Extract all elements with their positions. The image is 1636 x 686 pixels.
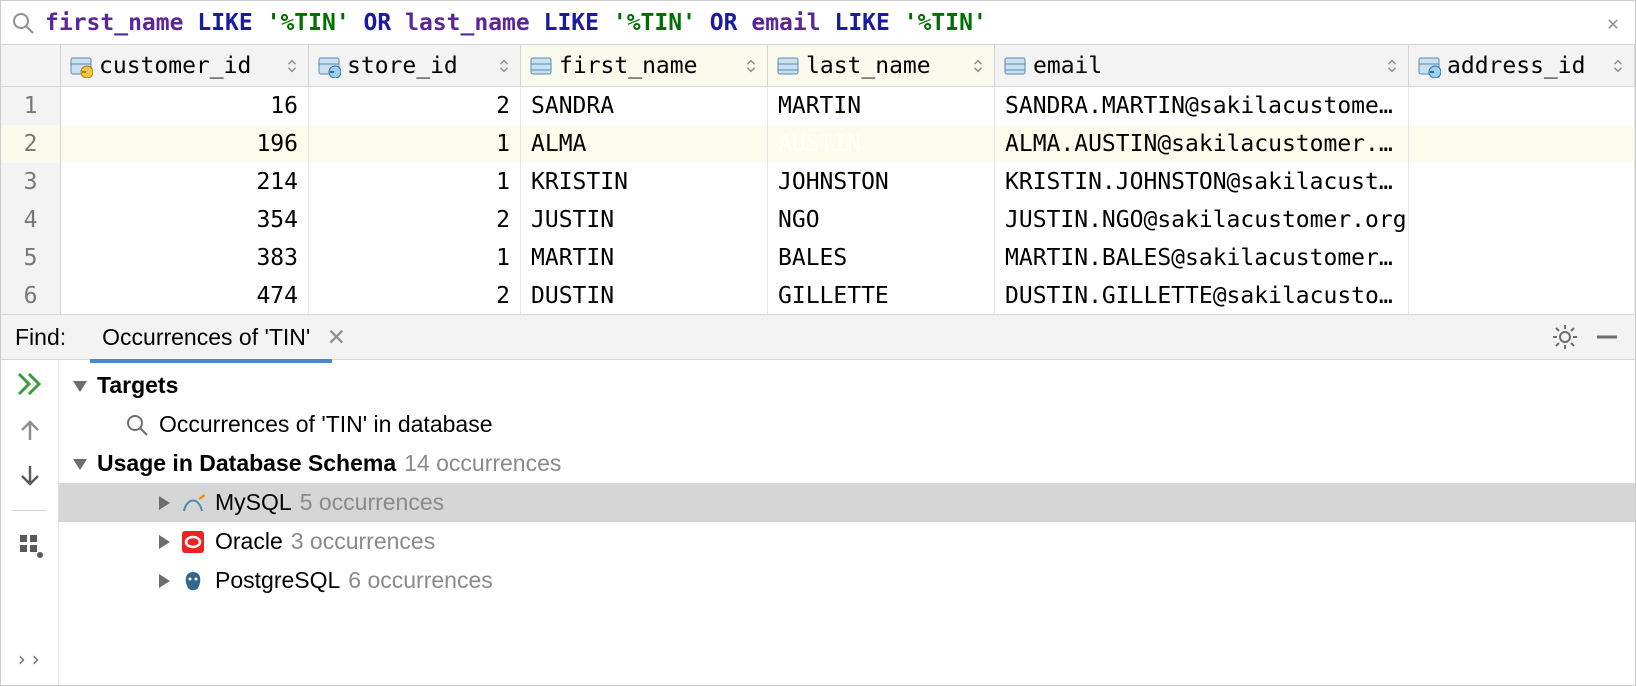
cell-email[interactable]: KRISTIN.JOHNSTON@sakilacust… <box>995 163 1409 201</box>
cell-last_name[interactable]: NGO <box>768 201 995 239</box>
column-header-address_id[interactable]: address_id <box>1409 45 1635 87</box>
cell-first_name[interactable]: KRISTIN <box>521 163 768 201</box>
filter-bar: first_name LIKE '%TIN' OR last_name LIKE… <box>1 1 1635 45</box>
row-number[interactable]: 4 <box>1 201 61 239</box>
cell-email[interactable]: JUSTIN.NGO@sakilacustomer.org <box>995 201 1409 239</box>
row-number[interactable]: 5 <box>1 239 61 277</box>
cell-email[interactable]: ALMA.AUSTIN@sakilacustomer.… <box>995 125 1409 163</box>
close-tab-icon[interactable]: ✕ <box>327 324 346 350</box>
tree-db-oracle[interactable]: Oracle3 occurrences <box>59 522 1635 561</box>
prev-occurrence-icon[interactable] <box>16 416 44 444</box>
find-panel: Find: Occurrences of 'TIN' ✕ ›› TargetsO… <box>1 314 1635 685</box>
cell-first_name[interactable]: SANDRA <box>521 87 768 125</box>
rerun-icon[interactable] <box>16 370 44 398</box>
cell-email[interactable]: SANDRA.MARTIN@sakilacustome… <box>995 87 1409 125</box>
column-icon <box>1003 54 1027 78</box>
column-icon <box>776 54 800 78</box>
column-header-first_name[interactable]: first_name <box>521 45 768 87</box>
find-gutter: ›› <box>1 360 59 685</box>
cell-address_id[interactable] <box>1409 125 1635 163</box>
search-icon <box>125 413 149 437</box>
more-actions-icon[interactable]: ›› <box>15 647 43 671</box>
minimize-icon[interactable] <box>1593 323 1621 351</box>
cell-address_id[interactable] <box>1409 239 1635 277</box>
search-icon <box>11 11 35 35</box>
chevron-down-icon[interactable] <box>71 377 89 395</box>
cell-store_id[interactable]: 2 <box>309 277 521 315</box>
sort-icon[interactable] <box>743 58 759 74</box>
cell-customer_id[interactable]: 354 <box>61 201 309 239</box>
chevron-right-icon[interactable] <box>155 494 173 512</box>
cell-customer_id[interactable]: 474 <box>61 277 309 315</box>
cell-first_name[interactable]: DUSTIN <box>521 277 768 315</box>
column-header-customer_id[interactable]: customer_id <box>61 45 309 87</box>
tree-db-postgresql[interactable]: PostgreSQL6 occurrences <box>59 561 1635 600</box>
cell-first_name[interactable]: MARTIN <box>521 239 768 277</box>
sort-icon[interactable] <box>496 58 512 74</box>
column-header-last_name[interactable]: last_name <box>768 45 995 87</box>
oracle-icon <box>181 530 205 554</box>
cell-store_id[interactable]: 1 <box>309 163 521 201</box>
tree-usage[interactable]: Usage in Database Schema14 occurrences <box>59 444 1635 483</box>
cell-email[interactable]: MARTIN.BALES@sakilacustomer… <box>995 239 1409 277</box>
row-number[interactable]: 1 <box>1 87 61 125</box>
find-tab[interactable]: Occurrences of 'TIN' ✕ <box>96 324 352 351</box>
row-number[interactable]: 2 <box>1 125 61 163</box>
cell-last_name[interactable]: GILLETTE <box>768 277 995 315</box>
gear-icon[interactable] <box>1551 323 1579 351</box>
sort-icon[interactable] <box>284 58 300 74</box>
cell-store_id[interactable]: 2 <box>309 87 521 125</box>
filter-expression[interactable]: first_name LIKE '%TIN' OR last_name LIKE… <box>45 10 1601 36</box>
cell-last_name[interactable]: MARTIN <box>768 87 995 125</box>
cell-address_id[interactable] <box>1409 201 1635 239</box>
chevron-right-icon[interactable] <box>155 533 173 551</box>
column-icon <box>69 54 93 78</box>
group-by-icon[interactable] <box>16 531 44 559</box>
cell-store_id[interactable]: 2 <box>309 201 521 239</box>
chevron-right-icon[interactable] <box>155 572 173 590</box>
column-header-email[interactable]: email <box>995 45 1409 87</box>
cell-first_name[interactable]: ALMA <box>521 125 768 163</box>
cell-customer_id[interactable]: 16 <box>61 87 309 125</box>
column-icon <box>529 54 553 78</box>
sort-icon[interactable] <box>1384 58 1400 74</box>
cell-store_id[interactable]: 1 <box>309 239 521 277</box>
cell-customer_id[interactable]: 196 <box>61 125 309 163</box>
next-occurrence-icon[interactable] <box>16 462 44 490</box>
cell-first_name[interactable]: JUSTIN <box>521 201 768 239</box>
column-header-store_id[interactable]: store_id <box>309 45 521 87</box>
cell-last_name[interactable]: AUSTIN <box>768 125 995 163</box>
find-results-tree: TargetsOccurrences of 'TIN' in databaseU… <box>59 360 1635 685</box>
grid-corner <box>1 45 61 87</box>
cell-store_id[interactable]: 1 <box>309 125 521 163</box>
find-panel-header: Find: Occurrences of 'TIN' ✕ <box>1 314 1635 360</box>
tree-targets[interactable]: Targets <box>59 366 1635 405</box>
sort-icon[interactable] <box>970 58 986 74</box>
results-table: customer_idstore_idfirst_namelast_nameem… <box>1 45 1635 315</box>
cell-customer_id[interactable]: 383 <box>61 239 309 277</box>
cell-email[interactable]: DUSTIN.GILLETTE@sakilacusto… <box>995 277 1409 315</box>
cell-customer_id[interactable]: 214 <box>61 163 309 201</box>
row-number[interactable]: 3 <box>1 163 61 201</box>
tree-targets-sub[interactable]: Occurrences of 'TIN' in database <box>59 405 1635 444</box>
find-label: Find: <box>15 324 66 351</box>
postgres-icon <box>181 569 205 593</box>
clear-filter-button[interactable]: ✕ <box>1601 11 1625 35</box>
cell-address_id[interactable] <box>1409 87 1635 125</box>
cell-address_id[interactable] <box>1409 277 1635 315</box>
column-icon <box>1417 54 1441 78</box>
column-icon <box>317 54 341 78</box>
cell-last_name[interactable]: JOHNSTON <box>768 163 995 201</box>
sort-icon[interactable] <box>1610 58 1626 74</box>
tree-db-mysql[interactable]: MySQL5 occurrences <box>59 483 1635 522</box>
row-number[interactable]: 6 <box>1 277 61 315</box>
cell-last_name[interactable]: BALES <box>768 239 995 277</box>
mysql-icon <box>181 491 205 515</box>
chevron-down-icon[interactable] <box>71 455 89 473</box>
cell-address_id[interactable] <box>1409 163 1635 201</box>
